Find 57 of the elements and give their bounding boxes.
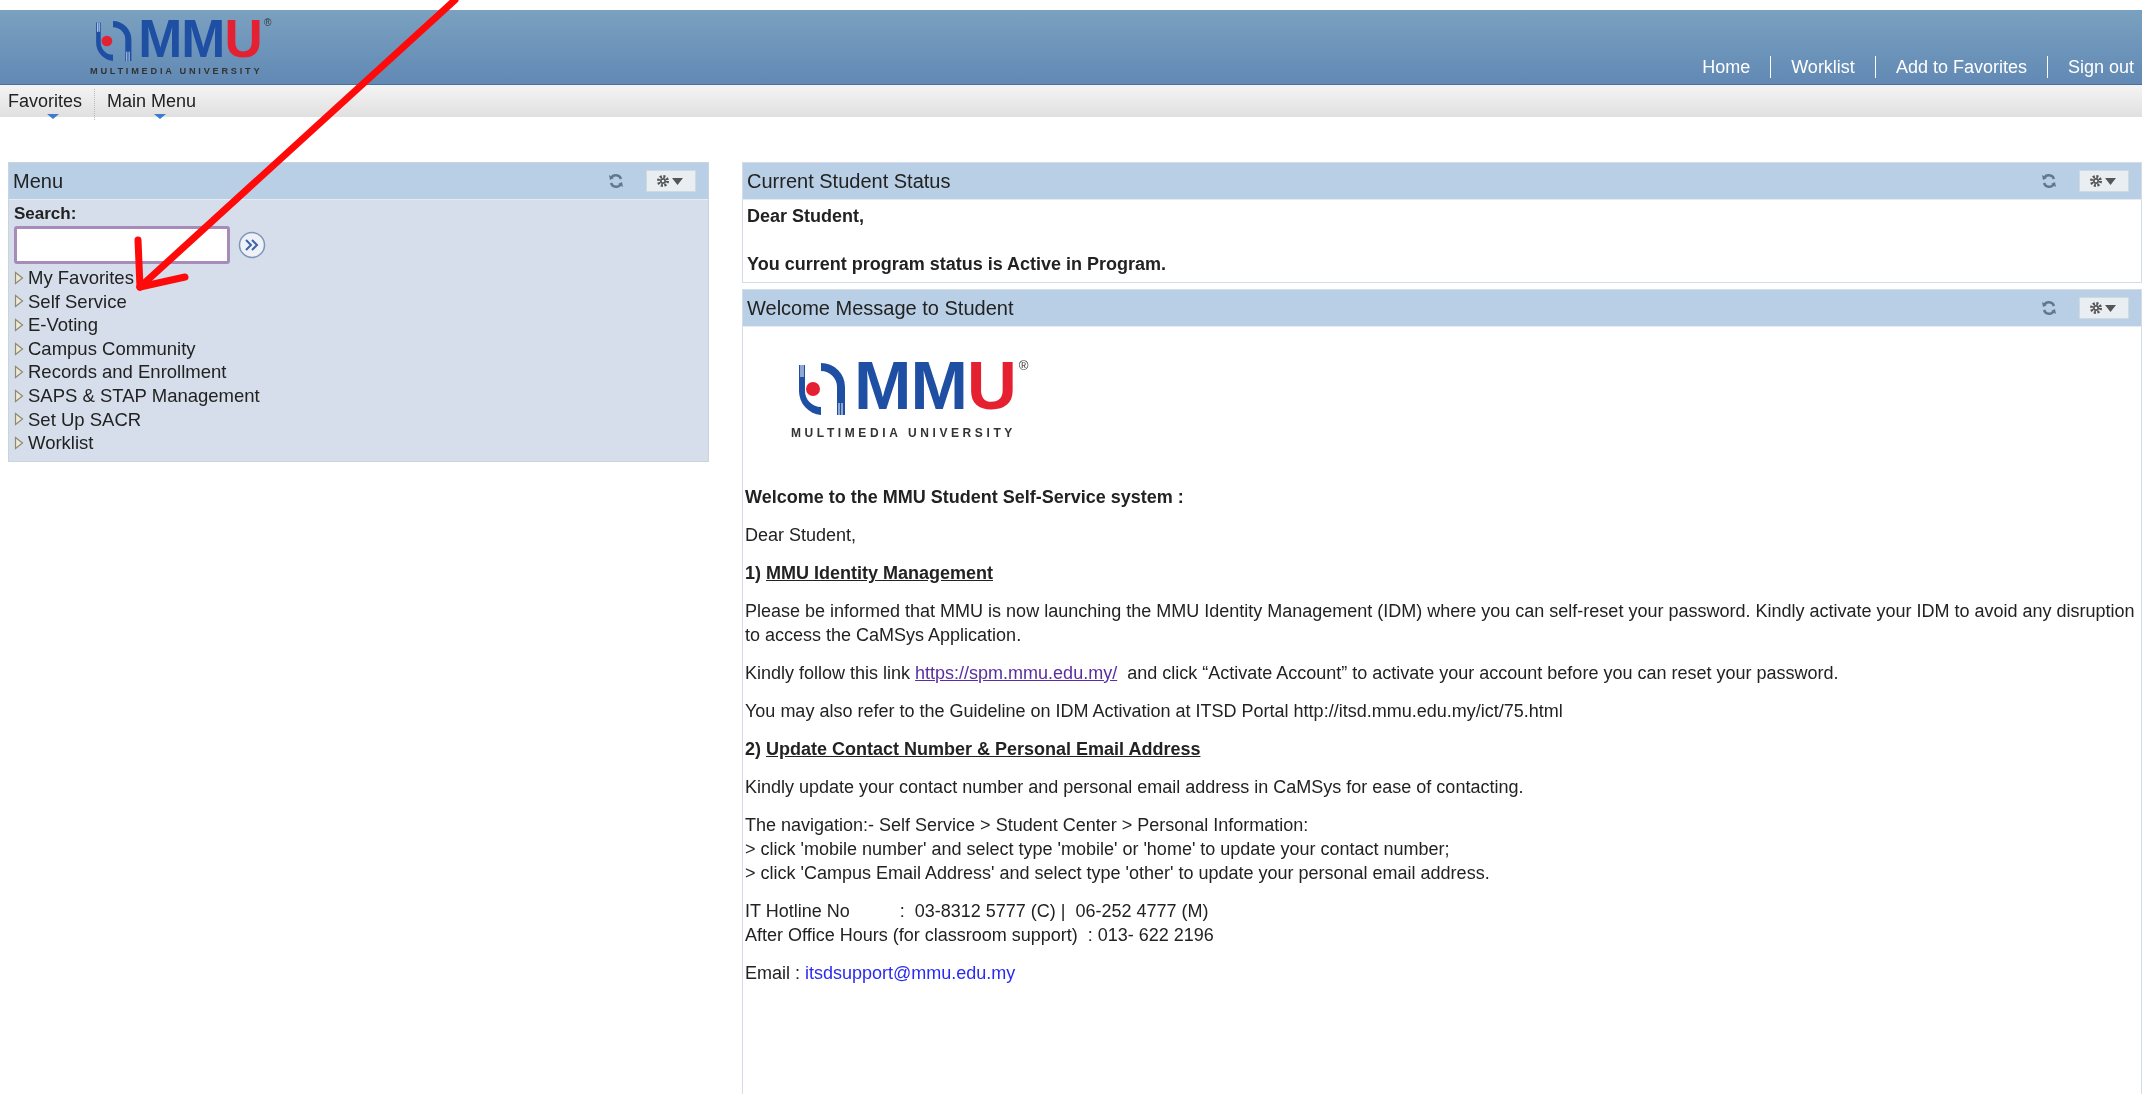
logo-tagline: MULTIMEDIA UNIVERSITY — [90, 66, 263, 76]
search-go-button[interactable] — [238, 231, 266, 259]
expand-triangle-icon[interactable] — [14, 318, 24, 332]
logo-tagline: MULTIMEDIA UNIVERSITY — [791, 425, 1016, 442]
refresh-icon[interactable] — [2041, 300, 2057, 316]
expand-triangle-icon[interactable] — [14, 388, 24, 403]
settings-button[interactable] — [2079, 297, 2129, 319]
search-label: Search: — [14, 204, 78, 224]
text-line: IT Hotline No : 03-8312 5777 (C) | 06-252 4777 (M) — [745, 900, 1210, 923]
panel-title: Menu — [13, 169, 65, 193]
paragraph: Dear Student, — [745, 524, 858, 547]
registered-mark: ® — [263, 18, 272, 29]
search-field[interactable] — [14, 226, 230, 264]
welcome-heading: Welcome to the MMU Student Self-Service system : — [745, 486, 1185, 509]
expand-triangle-icon[interactable] — [14, 341, 24, 356]
paragraph: You may also refer to the Guideline on IDM Activation at ITSD Portal http://itsd.mmu.edu.my/ict/75.html — [745, 700, 1564, 723]
menu-tree-item[interactable]: My Favorites — [14, 266, 134, 290]
text-line: > click 'mobile number' and select type 'mobile' or 'home' to update your contact number; — [745, 838, 1451, 861]
refresh-icon[interactable] — [608, 173, 624, 189]
status-text: You current program status is Active in Program. — [747, 253, 1168, 276]
menu-tree-item[interactable]: Set Up SACR — [14, 407, 142, 432]
panel-title: Welcome Message to Student — [747, 296, 1015, 320]
panel-title: Current Student Status — [747, 169, 952, 193]
paragraph: Please be informed that MMU is now launching the MMU Identity Management (IDM) where you can self-reset your password. Kindly activate your IDM to avoid any disruption to access the CaMSys Application. — [745, 600, 2136, 647]
registered-mark: ® — [1018, 359, 1029, 373]
nav-menu[interactable]: Main Menu — [99, 88, 209, 120]
paragraph: Kindly follow this link https://spm.mmu.edu.my/ and click “Activate Account” to activate your account before you can reset your password. — [745, 662, 1840, 685]
link[interactable]: https://spm.mmu.edu.my/ — [915, 663, 1118, 683]
status-text: Dear Student, — [747, 205, 866, 228]
expand-triangle-icon[interactable] — [14, 435, 24, 450]
refresh-icon[interactable] — [2041, 173, 2057, 189]
expand-triangle-icon[interactable] — [14, 412, 24, 427]
menu-tree-item[interactable]: Self Service — [14, 289, 127, 314]
logo-wordmark: MMU — [854, 359, 1016, 413]
gear-caret-icon — [2089, 301, 2119, 315]
expand-triangle-icon[interactable] — [14, 294, 24, 309]
gear-caret-icon — [2089, 174, 2119, 188]
section-heading: 2) Update Contact Number & Personal Email Address — [745, 738, 1202, 761]
text-line: The navigation:- Self Service > Student Center > Personal Information: — [745, 814, 1310, 837]
gear-caret-icon — [656, 174, 686, 188]
settings-button[interactable] — [646, 170, 696, 192]
paragraph: Kindly update your contact number and personal email address in CaMSys for ease of contacting. — [745, 776, 1525, 799]
expand-triangle-icon[interactable] — [14, 270, 24, 285]
text-line: > click 'Campus Email Address' and select type 'other' to update your personal email address. — [745, 862, 1491, 885]
menu-tree-item[interactable]: Worklist — [14, 431, 94, 455]
section-heading: 1) MMU Identity Management — [745, 562, 995, 585]
settings-button[interactable] — [2079, 170, 2129, 192]
email-label: Email : — [745, 962, 801, 985]
menu-tree-item[interactable]: SAPS & STAP Management — [14, 383, 260, 408]
menu-tree-item[interactable]: Campus Community — [14, 336, 196, 361]
menu-tree-item[interactable]: E-Voting — [14, 313, 98, 337]
logo-wordmark: MMU — [138, 18, 262, 60]
text-line: After Office Hours (for classroom support) : 013- 622 2196 — [745, 924, 1215, 947]
expand-triangle-icon[interactable] — [14, 365, 24, 380]
nav-menu[interactable]: Favorites — [0, 88, 96, 120]
menu-tree-item[interactable]: Records and Enrollment — [14, 360, 227, 384]
email-link[interactable]: itsdsupport@mmu.edu.my — [805, 961, 1016, 985]
